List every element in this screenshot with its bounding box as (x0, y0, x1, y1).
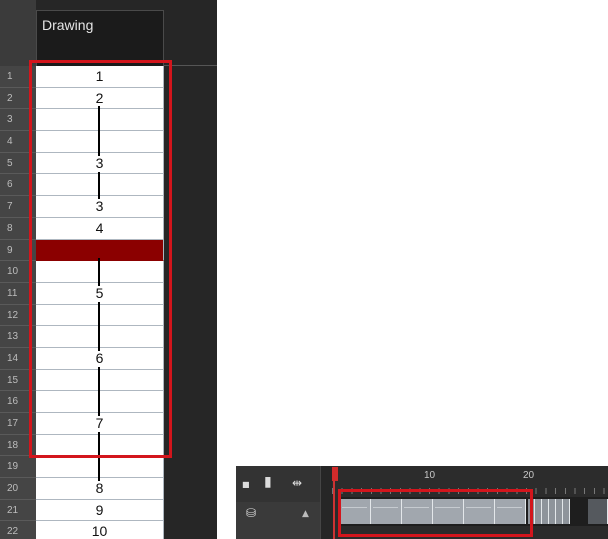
row-number: 11 (0, 282, 36, 305)
row-number-header (0, 0, 36, 66)
hold-line (98, 366, 100, 417)
row-number: 22 (0, 521, 36, 539)
row-number: 17 (0, 413, 36, 435)
frame-cell[interactable] (563, 499, 570, 524)
row-number: 20 (0, 478, 36, 500)
exposure-cell[interactable] (36, 304, 164, 327)
header-divider (164, 65, 217, 66)
hold-line (98, 258, 100, 286)
frame-cell[interactable] (556, 499, 563, 524)
ruler-label-10: 10 (424, 470, 436, 481)
expand-arrows-icon[interactable]: ⇹ (292, 477, 302, 489)
hold-line (98, 106, 100, 156)
row-number: 6 (0, 174, 36, 197)
selected-exposure-cell[interactable] (36, 239, 164, 262)
row-number: 13 (0, 326, 36, 348)
exposure-block[interactable] (433, 499, 464, 524)
playhead[interactable] (332, 466, 338, 539)
frame-cell[interactable] (542, 499, 549, 524)
exposure-cell[interactable] (36, 326, 164, 348)
row-number: 16 (0, 391, 36, 413)
frame-cell[interactable] (535, 499, 542, 524)
exposure-block[interactable] (464, 499, 495, 524)
row-number: 21 (0, 499, 36, 522)
exposure-cell[interactable] (36, 456, 164, 479)
row-number: 5 (0, 152, 36, 175)
drawing-label: 8 (95, 480, 104, 497)
row-number: 10 (0, 261, 36, 283)
drawing-label: 7 (95, 415, 104, 431)
scroll-up-arrow-icon[interactable]: ▲ (302, 508, 309, 520)
hold-line (98, 431, 100, 482)
column-header-label: Drawing (42, 17, 94, 33)
exposure-cell[interactable]: 8 (36, 478, 164, 500)
row-number: 9 (0, 239, 36, 262)
exposure-cell[interactable]: 10 (36, 521, 164, 539)
exposure-cell[interactable]: 1 (36, 66, 164, 88)
drawing-label: 9 (95, 501, 104, 518)
exposure-cell[interactable] (36, 109, 164, 132)
exposure-cell[interactable] (36, 369, 164, 392)
exposure-block[interactable] (371, 499, 402, 524)
exposure-cell[interactable]: 3 (36, 196, 164, 218)
ruler-ticks (332, 488, 608, 494)
drawing-column-header[interactable]: Drawing (36, 10, 164, 66)
timeline-toolbar: ■ ▮ ⇹ (236, 466, 320, 502)
row-number: 7 (0, 196, 36, 218)
playhead-line (333, 481, 335, 539)
exposure-cell[interactable]: 2 (36, 87, 164, 110)
exposure-cell[interactable]: 3 (36, 152, 164, 175)
exposure-cell[interactable]: 7 (36, 413, 164, 435)
exposure-cell[interactable]: 4 (36, 217, 164, 240)
row-number: 19 (0, 456, 36, 479)
row-number: 18 (0, 434, 36, 457)
exposure-cell[interactable] (36, 261, 164, 283)
hold-line (98, 171, 100, 200)
exposure-cell[interactable] (36, 131, 164, 153)
drawing-label: 6 (95, 349, 104, 366)
drawing-column-cells: 1 2 3 3 4 5 6 7 8 9 10 (36, 66, 164, 539)
row-number: 3 (0, 109, 36, 132)
small-square-icon[interactable]: ■ (242, 479, 250, 491)
row-number: 1 (0, 66, 36, 88)
exposure-cell[interactable]: 9 (36, 499, 164, 522)
ruler-label-20: 20 (523, 470, 535, 481)
row-number: 12 (0, 304, 36, 327)
row-number: 4 (0, 131, 36, 153)
exposure-block[interactable] (340, 499, 371, 524)
exposure-cell[interactable] (36, 174, 164, 197)
timeline-panel: ■ ▮ ⇹ ⛁ ▲ 10 20 (236, 466, 608, 539)
row-number: 15 (0, 369, 36, 392)
exposure-cell[interactable]: 5 (36, 282, 164, 305)
timeline-ruler[interactable]: 10 20 (332, 466, 608, 494)
frame-cell[interactable] (588, 499, 608, 524)
drawing-label: 2 (95, 89, 104, 106)
row-number-list: 1 2 3 4 5 6 7 8 9 10 11 12 13 14 15 16 17 18 19 20 21 22 (0, 66, 36, 539)
playhead-handle[interactable] (332, 467, 338, 481)
exposure-block[interactable] (495, 499, 526, 524)
row-number: 2 (0, 87, 36, 110)
timeline-layer-track[interactable] (338, 497, 608, 526)
frame-cell[interactable] (528, 499, 535, 524)
exposure-cell[interactable]: 6 (36, 347, 164, 370)
exposure-cell[interactable] (36, 434, 164, 457)
xsheet-panel: Drawing 1 2 3 4 5 6 7 8 9 10 11 12 13 14 15 16 17 18 19 20 2… (0, 0, 217, 539)
exposure-block[interactable] (402, 499, 433, 524)
drawing-label: 4 (95, 219, 104, 236)
layer-stack-icon: ⛁ (246, 506, 257, 520)
drawing-label: 1 (95, 68, 104, 84)
drawing-label: 5 (95, 284, 104, 301)
drawing-label: 3 (95, 198, 104, 215)
exposure-cell[interactable] (36, 391, 164, 413)
row-number: 14 (0, 347, 36, 370)
drawing-label: 10 (91, 523, 108, 539)
hold-line (98, 301, 100, 352)
timeline-layer-header[interactable]: ⛁ ▲ (236, 502, 320, 539)
white-rectangle-icon[interactable]: ▮ (264, 475, 272, 489)
drawing-label: 3 (95, 154, 104, 171)
row-number: 8 (0, 217, 36, 240)
frame-cell[interactable] (549, 499, 556, 524)
